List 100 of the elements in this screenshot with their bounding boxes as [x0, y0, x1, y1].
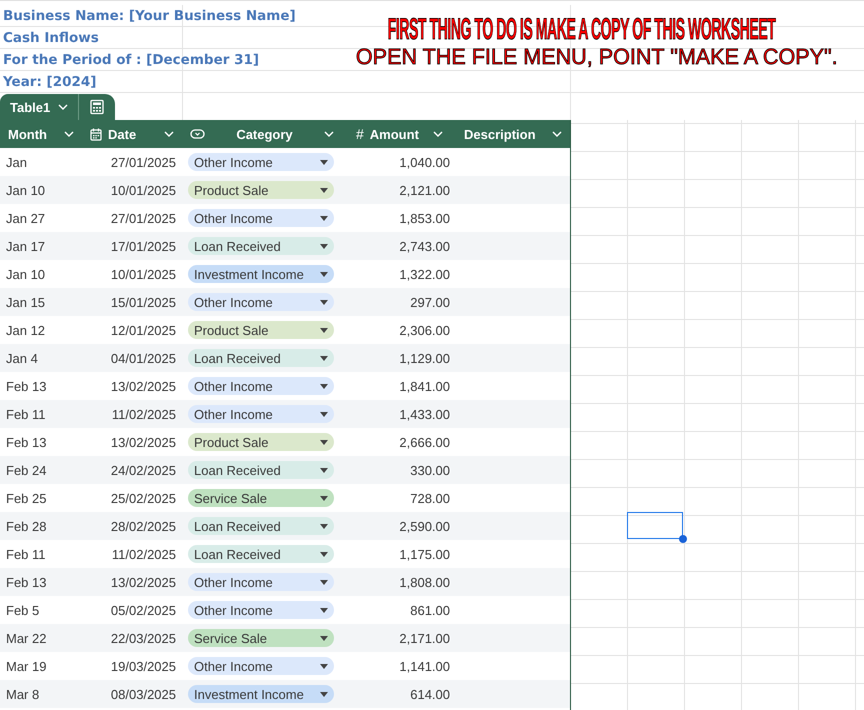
chevron-down-icon: [64, 131, 74, 137]
amount-cell: 728.00: [410, 490, 450, 506]
column-title: Date: [108, 126, 138, 142]
month-cell: Feb 11: [6, 406, 46, 422]
dropdown-arrow-icon: [320, 412, 328, 416]
month-cell: Mar 8: [6, 686, 40, 702]
amount-cell: 1,841.00: [399, 378, 450, 394]
amount-cell: 2,743.00: [399, 238, 450, 254]
month-cell: Mar 22: [6, 630, 46, 646]
category-chip[interactable]: Service Sale: [188, 489, 334, 507]
date-cell: 10/01/2025: [110, 182, 176, 198]
date-cell: 13/02/2025: [110, 434, 176, 450]
banner-heading: FIRST THING TO DO IS MAKE A COPY OF THIS WORKSHEET: [388, 15, 776, 45]
amount-cell: 2,121.00: [399, 182, 450, 198]
month-cell: Jan 10: [6, 266, 46, 282]
column-title: Amount: [370, 126, 419, 142]
chevron-down-icon: [58, 104, 68, 110]
chevron-down-icon: [552, 131, 562, 137]
date-cell: 13/02/2025: [110, 574, 176, 590]
category-chip[interactable]: Product Sale: [188, 181, 334, 199]
calculator-tab[interactable]: [78, 94, 116, 120]
date-cell: 25/02/2025: [110, 490, 176, 506]
category-chip[interactable]: Other Income: [188, 657, 334, 675]
calculator-icon: [89, 99, 106, 115]
month-cell: Jan 15: [6, 294, 46, 310]
month-cell: Jan: [6, 154, 27, 170]
month-cell: Feb 13: [6, 434, 46, 450]
column-header[interactable]: Category: [182, 120, 342, 148]
dropdown-arrow-icon: [320, 608, 328, 612]
category-chip[interactable]: Service Sale: [188, 629, 334, 647]
amount-cell: 2,306.00: [399, 322, 450, 338]
dropdown-arrow-icon: [320, 636, 328, 640]
column-header[interactable]: Month: [0, 120, 82, 148]
date-cell: 15/01/2025: [110, 294, 176, 310]
column-header[interactable]: Date: [82, 120, 182, 148]
month-cell: Feb 28: [6, 518, 46, 534]
date-cell: 27/01/2025: [110, 210, 176, 226]
amount-cell: 2,590.00: [399, 518, 450, 534]
date-cell: 10/01/2025: [110, 266, 176, 282]
month-cell: Feb 11: [6, 546, 46, 562]
date-cell: 22/03/2025: [110, 630, 176, 646]
amount-cell: 2,666.00: [399, 434, 450, 450]
category-chip[interactable]: Investment Income: [188, 265, 334, 283]
date-cell: 17/01/2025: [110, 238, 176, 254]
category-chip[interactable]: Other Income: [188, 573, 334, 591]
dropdown-arrow-icon: [320, 328, 328, 332]
category-chip[interactable]: Loan Received: [188, 517, 334, 535]
amount-cell: 861.00: [410, 602, 450, 618]
category-chip[interactable]: Other Income: [188, 209, 334, 227]
chevron-down-icon: [432, 131, 443, 137]
dropdown-arrow-icon: [320, 496, 328, 500]
month-cell: Feb 24: [6, 462, 46, 478]
date-cell: 27/01/2025: [110, 154, 176, 170]
header-text: For the Period of : [December 31]: [3, 52, 260, 68]
amount-cell: 1,853.00: [399, 210, 450, 226]
month-cell: Jan 4: [6, 350, 38, 366]
month-cell: Feb 25: [6, 490, 46, 506]
column-title: Description: [464, 126, 537, 142]
amount-cell: 1,040.00: [399, 154, 450, 170]
column-title: Category: [235, 126, 294, 142]
month-cell: Jan 12: [6, 322, 46, 338]
number-symbol: #: [356, 126, 364, 142]
category-chip[interactable]: Investment Income: [188, 685, 334, 703]
category-chip[interactable]: Other Income: [188, 153, 334, 171]
category-chip[interactable]: Product Sale: [188, 433, 334, 451]
month-cell: Feb 13: [6, 574, 46, 590]
amount-cell: 297.00: [410, 294, 450, 310]
category-chip[interactable]: Product Sale: [188, 321, 334, 339]
dropdown-arrow-icon: [320, 300, 328, 304]
amount-cell: 330.00: [410, 462, 450, 478]
amount-cell: 1,175.00: [399, 546, 450, 562]
category-chip[interactable]: Other Income: [188, 293, 334, 311]
table-name-tab[interactable]: Table1: [0, 94, 78, 120]
month-cell: Mar 19: [6, 658, 46, 674]
dropdown-arrow-icon: [320, 356, 328, 360]
category-chip[interactable]: Loan Received: [188, 545, 334, 563]
column-header[interactable]: # Amount: [342, 120, 456, 148]
amount-cell: 1,322.00: [399, 266, 450, 282]
dropdown-arrow-icon: [320, 440, 328, 444]
amount-cell: 1,433.00: [399, 406, 450, 422]
month-cell: Jan 10: [6, 182, 46, 198]
dropdown-arrow-icon: [320, 216, 328, 220]
column-header[interactable]: Description: [456, 120, 570, 148]
month-cell: Feb 5: [6, 602, 40, 618]
category-chip[interactable]: Loan Received: [188, 349, 334, 367]
dropdown-arrow-icon: [320, 272, 328, 276]
amount-cell: 1,129.00: [399, 350, 450, 366]
category-chip[interactable]: Other Income: [188, 405, 334, 423]
dropdown-arrow-icon: [320, 160, 328, 164]
date-cell: 12/01/2025: [110, 322, 176, 338]
category-chip[interactable]: Loan Received: [188, 461, 334, 479]
header-text: Business Name: [Your Business Name]: [3, 8, 296, 24]
header-text: Year: [2024]: [3, 74, 96, 90]
dropdown-arrow-icon: [320, 580, 328, 584]
dropdown-arrow-icon: [320, 552, 328, 556]
category-chip[interactable]: Loan Received: [188, 237, 334, 255]
date-cell: 11/02/2025: [112, 406, 176, 422]
category-chip[interactable]: Other Income: [188, 377, 334, 395]
calendar-icon: [90, 128, 102, 140]
category-chip[interactable]: Other Income: [188, 601, 334, 619]
